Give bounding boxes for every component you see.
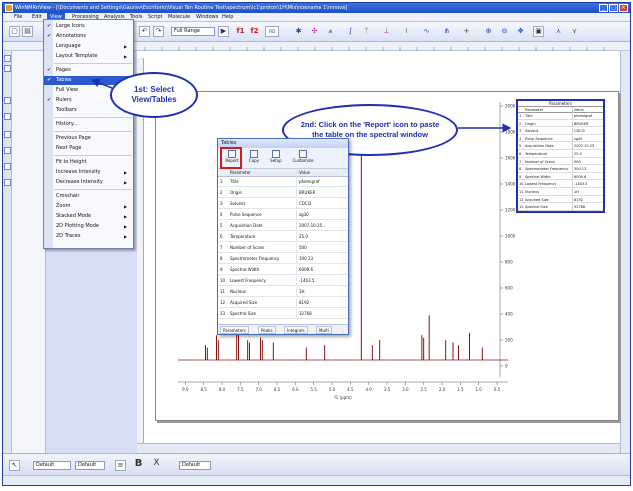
table-row[interactable]: 12 Acquired Size 8192 bbox=[218, 298, 348, 308]
tab-multi[interactable]: Multi bbox=[316, 326, 332, 334]
row-parameter: Acquisition Date bbox=[230, 223, 263, 228]
row-number: 12 bbox=[220, 300, 226, 305]
table-row[interactable]: 4 Pulse Sequence zg30 bbox=[218, 210, 348, 220]
table-row[interactable]: 1 Title pfolmigraf bbox=[218, 177, 348, 187]
row-number: 5 bbox=[220, 223, 223, 228]
row-parameter: Lowest Frequency bbox=[230, 278, 266, 283]
row-value: 2007-10-25... bbox=[296, 221, 346, 231]
row-parameter: Number of Scans bbox=[230, 245, 265, 250]
row-parameter: Pulse Sequence bbox=[230, 212, 262, 217]
table-row[interactable]: 11 Nucleus 1H bbox=[218, 287, 348, 297]
row-value: pfolmigraf bbox=[296, 177, 346, 187]
setup-icon bbox=[272, 150, 280, 158]
copy-button[interactable]: Copy bbox=[244, 150, 264, 168]
header-value: Value bbox=[296, 169, 346, 177]
setup-button[interactable]: Setup bbox=[266, 150, 286, 168]
row-value: 8192 bbox=[296, 298, 346, 308]
row-number: 3 bbox=[220, 201, 223, 206]
arrow-to-tables-menu bbox=[90, 78, 113, 89]
row-parameter: Temperature bbox=[230, 234, 256, 239]
header-parameter: Parameter bbox=[230, 170, 251, 175]
row-value: -1403.5 bbox=[296, 276, 346, 286]
copy-icon bbox=[250, 150, 258, 158]
tables-tabs: Parameters Peaks Integrals Multi bbox=[218, 324, 348, 334]
table-row[interactable]: 5 Acquisition Date 2007-10-25... bbox=[218, 221, 348, 231]
report-icon-highlight bbox=[220, 147, 242, 169]
copy-label: Copy bbox=[248, 158, 260, 163]
row-value: 32768 bbox=[296, 309, 346, 319]
tables-header-row: Parameter Value bbox=[218, 169, 348, 177]
table-row[interactable]: 10 Lowest Frequency -1403.5 bbox=[218, 276, 348, 286]
row-parameter: Solvent bbox=[230, 201, 246, 206]
row-parameter: Spectral Size bbox=[230, 311, 256, 316]
table-row[interactable]: 6 Temperature 25.0 bbox=[218, 232, 348, 242]
row-parameter: Title bbox=[230, 179, 239, 184]
row-value: 6009.6 bbox=[296, 265, 346, 275]
row-value: zg30 bbox=[296, 210, 346, 220]
row-parameter: Spectral Width bbox=[230, 267, 260, 272]
row-number: 4 bbox=[220, 212, 223, 217]
row-number: 6 bbox=[220, 234, 223, 239]
row-parameter: Nucleus bbox=[230, 289, 246, 294]
row-number: 11 bbox=[220, 289, 226, 294]
row-parameter: Acquired Size bbox=[230, 300, 258, 305]
row-value: 500 bbox=[296, 243, 346, 253]
row-number: 9 bbox=[220, 267, 223, 272]
row-parameter: Spectrometer Frequency bbox=[230, 256, 280, 261]
row-number: 13 bbox=[220, 311, 226, 316]
tab-integrals[interactable]: Integrals bbox=[284, 326, 308, 334]
table-row[interactable]: 9 Spectral Width 6009.6 bbox=[218, 265, 348, 275]
customize-label: Customize bbox=[292, 158, 314, 163]
row-parameter: Origin bbox=[230, 190, 243, 195]
row-value: 1H bbox=[296, 287, 346, 297]
row-number: 8 bbox=[220, 256, 223, 261]
row-value: CDCl3 bbox=[296, 199, 346, 209]
customize-icon bbox=[299, 150, 307, 158]
row-value: 300.13 bbox=[296, 254, 346, 264]
table-row[interactable]: 2 Origin BRUKER bbox=[218, 188, 348, 198]
row-number: 10 bbox=[220, 278, 226, 283]
table-row[interactable]: 3 Solvent CDCl3 bbox=[218, 199, 348, 209]
row-value: BRUKER bbox=[296, 188, 346, 198]
row-number: 2 bbox=[220, 190, 223, 195]
setup-label: Setup bbox=[270, 158, 282, 163]
table-row[interactable]: 13 Spectral Size 32768 bbox=[218, 309, 348, 319]
customize-button[interactable]: Customize bbox=[290, 150, 316, 168]
row-number: 1 bbox=[220, 179, 223, 184]
tab-parameters[interactable]: Parameters bbox=[220, 326, 249, 334]
row-number: 7 bbox=[220, 245, 223, 250]
table-row[interactable]: 7 Number of Scans 500 bbox=[218, 243, 348, 253]
row-value: 25.0 bbox=[296, 232, 346, 242]
tab-peaks[interactable]: Peaks bbox=[258, 326, 276, 334]
table-row[interactable]: 8 Spectrometer Frequency 300.13 bbox=[218, 254, 348, 264]
